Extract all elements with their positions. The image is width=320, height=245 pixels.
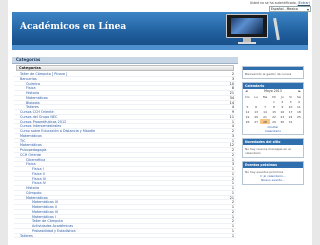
category-course-count: 8 xyxy=(231,86,234,91)
category-course-count: 1 xyxy=(231,171,234,176)
category-course-count: 1 xyxy=(231,190,234,195)
category-course-count: 12 xyxy=(229,143,234,148)
category-course-count: 2 xyxy=(231,200,234,205)
category-link[interactable]: Matemáticas I xyxy=(14,215,218,219)
category-link[interactable]: Biología xyxy=(14,101,218,105)
category-course-count: 3 xyxy=(231,133,234,138)
category-list: Categorías Taller de Cómputo [ Picazo ] 2 B… xyxy=(14,65,236,239)
category-course-count: 21 xyxy=(229,195,234,200)
category-link[interactable]: Física xyxy=(14,86,218,90)
category-link[interactable]: Física IV xyxy=(14,181,218,185)
login-link[interactable]: (Entrar) xyxy=(298,1,310,5)
category-link[interactable]: Matemáticas III xyxy=(14,200,218,204)
login-info: Usted no se ha autentificado. (Entrar) xyxy=(250,1,310,5)
category-link[interactable]: Cibernética xyxy=(14,158,218,162)
category-link[interactable]: Física II xyxy=(14,172,218,176)
category-course-count: 2 xyxy=(231,219,234,224)
category-course-count: 11 xyxy=(229,114,234,119)
calendar-prev-button[interactable]: ◄ xyxy=(245,89,247,94)
category-course-count: 1 xyxy=(231,224,234,228)
category-link[interactable]: Matemáticas xyxy=(14,134,218,138)
category-link[interactable]: Curso sobre Educación a Distancia y Mood… xyxy=(14,129,218,133)
category-course-count: 4 xyxy=(231,124,234,129)
category-course-count: 1 xyxy=(231,214,234,219)
category-link[interactable]: Taller de Cómputo xyxy=(14,219,218,223)
main-menu-block: Bienvenido al gestor de cursos xyxy=(242,66,304,79)
category-course-count: 1 xyxy=(231,205,234,209)
category-course-count: 2 xyxy=(231,152,234,157)
category-course-count: 14 xyxy=(229,100,234,105)
category-course-count: 1 xyxy=(231,138,234,143)
category-course-count: 4 xyxy=(231,105,234,110)
category-link[interactable]: CCH Oriente xyxy=(14,153,218,157)
category-link[interactable]: Cursos Propedéuticos 2012 xyxy=(14,120,218,124)
category-course-count: 2 xyxy=(231,209,234,214)
news-block: Novedades del sitio No hay nuevos mensaj… xyxy=(242,138,304,158)
category-course-count: 2 xyxy=(231,176,234,181)
category-link[interactable]: Cursos CCH Oriente xyxy=(14,110,218,114)
category-course-count: 2 xyxy=(231,148,234,152)
computer-monitor-icon xyxy=(226,14,268,44)
category-course-count: 34 xyxy=(229,95,234,100)
category-link[interactable]: Historia xyxy=(14,186,218,190)
banner-stripe xyxy=(12,45,308,50)
category-course-count: 3 xyxy=(231,76,234,81)
news-body: No hay nuevos mensajes en el calendario xyxy=(243,145,303,157)
calendar-next-button[interactable]: ► xyxy=(299,89,301,94)
category-link[interactable]: Taller de Cómputo [ Picazo ] xyxy=(14,72,218,76)
events-body: No hay eventos próximos Ir al calendario… xyxy=(243,168,303,184)
category-link[interactable]: Matemáticas xyxy=(14,196,218,200)
category-link[interactable]: Talleres xyxy=(14,234,218,238)
category-link[interactable]: Historia xyxy=(14,91,218,95)
category-link[interactable]: Cursos del Grupo NEC xyxy=(14,115,218,119)
category-link[interactable]: Matemáticas IV xyxy=(14,210,218,214)
category-link[interactable]: Física III xyxy=(14,177,218,181)
category-table-header: Categorías xyxy=(16,65,234,71)
calendar-month[interactable]: Mayo 2013 xyxy=(264,89,282,94)
category-course-count: 1 xyxy=(231,157,234,162)
events-block: Eventos próximos No hay eventos próximos… xyxy=(242,161,304,185)
category-course-count: 2 xyxy=(231,72,234,76)
category-link[interactable]: Cómputo xyxy=(14,191,218,195)
category-row: Talleres 1 xyxy=(14,234,236,239)
categories-heading: Categorías xyxy=(12,57,238,64)
category-link[interactable]: Actividades Académicas xyxy=(14,224,218,228)
category-link[interactable]: Física I xyxy=(14,167,218,171)
pencil-icon xyxy=(273,17,280,41)
category-link[interactable]: Bancarias xyxy=(14,77,218,81)
site-title[interactable]: Académicos en Línea xyxy=(20,22,126,32)
calendar-grid: Do Lu Ma Mi Ju Vi Sá 1 2 3 4 5 6 7 8 9 10 11 12 13 14 15 16 17… xyxy=(243,94,303,124)
category-link[interactable]: Física xyxy=(14,162,218,166)
category-course-count: 1 xyxy=(231,186,234,190)
category-link[interactable]: Probabilidad y Estadística xyxy=(14,229,218,233)
category-course-count: 9 xyxy=(231,110,234,114)
category-course-count: 21 xyxy=(229,91,234,95)
new-event-link[interactable]: Nuevo evento... xyxy=(245,178,301,182)
login-text: Usted no se ha autentificado. xyxy=(249,1,297,5)
right-sidebar: Bienvenido al gestor de cursos Calendari… xyxy=(242,66,304,188)
category-link[interactable]: Cursos Intersemestrales xyxy=(14,124,218,128)
category-course-count: 3 xyxy=(231,162,234,167)
category-link[interactable]: TIC xyxy=(14,139,218,143)
main-content: Categorías Categorías Taller de Cómputo [… xyxy=(12,52,238,245)
category-link[interactable]: Matemáticas xyxy=(14,96,218,100)
page: Usted no se ha autentificado. (Entrar) E… xyxy=(8,0,312,245)
site-banner: Académicos en Línea xyxy=(12,12,308,50)
category-link[interactable]: Química xyxy=(14,82,218,86)
category-course-count: 1 xyxy=(231,119,234,124)
category-link[interactable]: Psicopedagogía xyxy=(14,148,218,152)
category-link[interactable]: Matemáticas II xyxy=(14,205,218,209)
category-course-count: 1 xyxy=(231,228,234,233)
category-course-count: 2 xyxy=(231,129,234,133)
category-link[interactable]: Matemáticas xyxy=(14,143,218,147)
category-course-count: 1 xyxy=(231,233,234,238)
category-course-count: 10 xyxy=(229,81,234,86)
category-course-count: 1 xyxy=(231,167,234,171)
category-link[interactable]: Talleres xyxy=(14,105,218,109)
calendar-links: Ocultar Calendario xyxy=(243,124,303,134)
category-course-count: 1 xyxy=(231,181,234,186)
calendar-link[interactable]: Calendario xyxy=(243,129,303,133)
calendar-block: Calendario ◄ Mayo 2013 ► Do Lu Ma Mi Ju Vi Sá … xyxy=(242,82,304,135)
main-menu-text: Bienvenido al gestor de cursos xyxy=(243,70,303,78)
